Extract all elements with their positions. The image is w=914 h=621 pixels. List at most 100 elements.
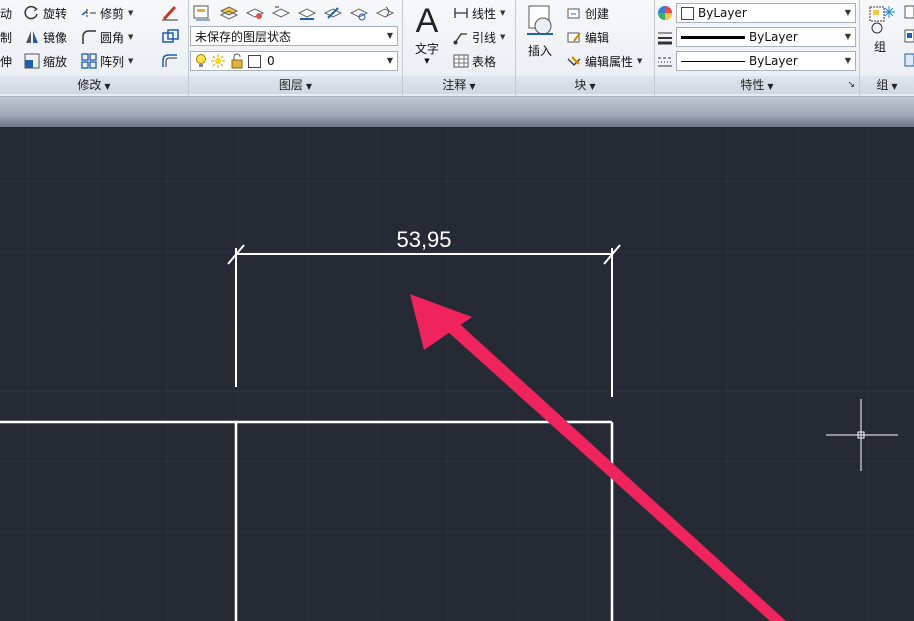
layer-state-icon[interactable] <box>218 3 240 23</box>
modify-panel-title[interactable]: 修改 ▼ <box>0 76 188 94</box>
properties-panel-title[interactable]: 特性 ▼ ↘ <box>655 76 859 94</box>
trim-dropdown-icon[interactable]: ▼ <box>128 9 133 17</box>
insert-block-icon <box>520 4 560 42</box>
modify-title-dropdown-icon: ▼ <box>104 82 111 91</box>
fillet-button[interactable]: 圆角 <box>100 29 124 46</box>
block-title-text: 块 <box>574 78 587 92</box>
properties-dialog-launcher-icon[interactable]: ↘ <box>847 76 855 94</box>
lineweight-icon[interactable] <box>657 30 673 46</box>
text-tool[interactable]: A 文字 ▼ <box>407 2 447 65</box>
canvas-grid <box>0 127 914 621</box>
ribbon: 动 旋转 修剪 ▼ 制 镜像 圆角 ▼ 伸 缩放 阵列 ▼ 修改 ▼ 未保存的图… <box>0 0 914 97</box>
block-title-dropdown-icon: ▼ <box>589 82 596 91</box>
group-tool[interactable]: 组 <box>862 4 898 56</box>
linetype-combo-value: ByLayer <box>749 54 798 68</box>
linear-button[interactable]: 线性 <box>472 5 496 22</box>
leader-icon[interactable] <box>453 29 469 45</box>
layer-isolate-icon[interactable] <box>296 3 318 23</box>
linetype-icon[interactable] <box>657 54 673 70</box>
erase-icon[interactable] <box>160 4 180 22</box>
layer-color-swatch <box>248 54 261 68</box>
layer-freeze-icon[interactable] <box>348 3 370 23</box>
lineweight-combo[interactable]: ByLayer ▼ <box>676 27 856 47</box>
group-panel: 组 组 ▼ <box>860 0 914 96</box>
layer-combo-dropdown-icon: ▼ <box>386 56 393 65</box>
group-side-icon-1[interactable] <box>904 4 914 20</box>
layer-combo-value: 0 <box>267 54 275 68</box>
lightbulb-icon <box>195 53 207 69</box>
sun-icon <box>210 53 226 69</box>
rotate-icon[interactable] <box>24 5 40 21</box>
stretch-label[interactable]: 伸 <box>0 53 12 70</box>
group-side-icon-2[interactable] <box>904 28 914 44</box>
lineweight-combo-dropdown-icon: ▼ <box>844 32 851 41</box>
layer-state-dropdown-icon: ▼ <box>386 31 393 40</box>
dimension-text[interactable]: 53,95 <box>396 227 451 252</box>
leader-button[interactable]: 引线 <box>472 29 496 46</box>
trim-icon[interactable] <box>81 5 97 21</box>
group-side-icon-3[interactable] <box>904 52 914 68</box>
edit-button[interactable]: 编辑 <box>585 29 609 46</box>
text-large-a-icon: A <box>415 2 439 40</box>
color-swatch <box>681 6 694 20</box>
linear-dropdown-icon[interactable]: ▼ <box>500 9 505 17</box>
move-label[interactable]: 动 <box>0 5 12 22</box>
color-wheel-icon[interactable] <box>657 5 673 21</box>
array-button[interactable]: 阵列 <box>100 53 124 70</box>
text-tool-dropdown-icon: ▼ <box>424 57 430 65</box>
properties-title-dropdown-icon: ▼ <box>767 82 774 91</box>
linetype-combo[interactable]: ByLayer ▼ <box>676 51 856 71</box>
table-button[interactable]: 表格 <box>472 53 496 70</box>
edit-block-icon[interactable] <box>566 29 582 45</box>
drawing-canvas[interactable]: 53,95 <box>0 127 914 621</box>
array-icon[interactable] <box>81 53 97 69</box>
leader-dropdown-icon[interactable]: ▼ <box>500 33 505 41</box>
explode-icon[interactable] <box>160 28 180 46</box>
properties-panel: ByLayer ▼ ByLayer ▼ ByLayer ▼ 特性 ▼ ↘ <box>655 0 860 96</box>
layer-combo[interactable]: 0 ▼ <box>190 51 398 71</box>
table-icon[interactable] <box>453 53 469 69</box>
modify-panel: 动 旋转 修剪 ▼ 制 镜像 圆角 ▼ 伸 缩放 阵列 ▼ 修改 ▼ <box>0 0 189 96</box>
block-panel-title[interactable]: 块 ▼ <box>516 76 654 94</box>
group-title-dropdown-icon: ▼ <box>891 82 898 91</box>
array-dropdown-icon[interactable]: ▼ <box>128 57 133 65</box>
mirror-icon[interactable] <box>24 29 40 45</box>
layers-panel-title[interactable]: 图层 ▼ <box>189 76 402 94</box>
color-combo[interactable]: ByLayer ▼ <box>676 3 856 23</box>
insert-label: 插入 <box>527 44 552 58</box>
group-title-text: 组 <box>876 78 889 92</box>
rotate-button[interactable]: 旋转 <box>43 5 67 22</box>
insert-tool[interactable]: 插入 <box>520 4 560 62</box>
scale-icon[interactable] <box>24 53 40 69</box>
layer-off-icon[interactable] <box>374 3 396 23</box>
annotation-panel: A 文字 ▼ 线性 ▼ 引线 ▼ 表格 注释 ▼ <box>403 0 516 96</box>
group-icon <box>862 4 898 38</box>
scale-button[interactable]: 缩放 <box>43 53 67 70</box>
linear-dimension-icon[interactable] <box>453 5 469 21</box>
annotation-panel-title[interactable]: 注释 ▼ <box>403 76 515 94</box>
layer-state-combo[interactable]: 未保存的图层状态 ▼ <box>190 26 398 46</box>
mirror-button[interactable]: 镜像 <box>43 29 67 46</box>
modify-extra-tools <box>158 2 182 70</box>
fillet-dropdown-icon[interactable]: ▼ <box>128 33 133 41</box>
layer-previous-icon[interactable] <box>270 3 292 23</box>
edit-attribute-icon[interactable] <box>566 53 582 69</box>
create-button[interactable]: 创建 <box>585 5 609 22</box>
layer-tool-row <box>192 2 399 24</box>
edit-attribute-dropdown-icon[interactable]: ▼ <box>637 57 642 65</box>
fillet-icon[interactable] <box>81 29 97 45</box>
annotation-title-dropdown-icon: ▼ <box>469 82 476 91</box>
layer-properties-icon[interactable] <box>192 3 214 23</box>
text-tool-label: 文字 <box>414 42 439 56</box>
layer-match-icon[interactable] <box>244 3 266 23</box>
group-panel-title[interactable]: 组 ▼ <box>860 76 914 94</box>
copy-label[interactable]: 制 <box>0 29 12 46</box>
trim-button[interactable]: 修剪 <box>100 5 124 22</box>
edit-attribute-button[interactable]: 编辑属性 <box>585 53 633 70</box>
modify-title-text: 修改 <box>77 78 102 92</box>
create-block-icon[interactable] <box>566 5 582 21</box>
layer-unisolate-icon[interactable] <box>322 3 344 23</box>
block-panel: 插入 创建 编辑 编辑属性 ▼ 块 ▼ <box>516 0 655 96</box>
offset-icon[interactable] <box>160 52 180 70</box>
annotation-title-text: 注释 <box>442 78 467 92</box>
